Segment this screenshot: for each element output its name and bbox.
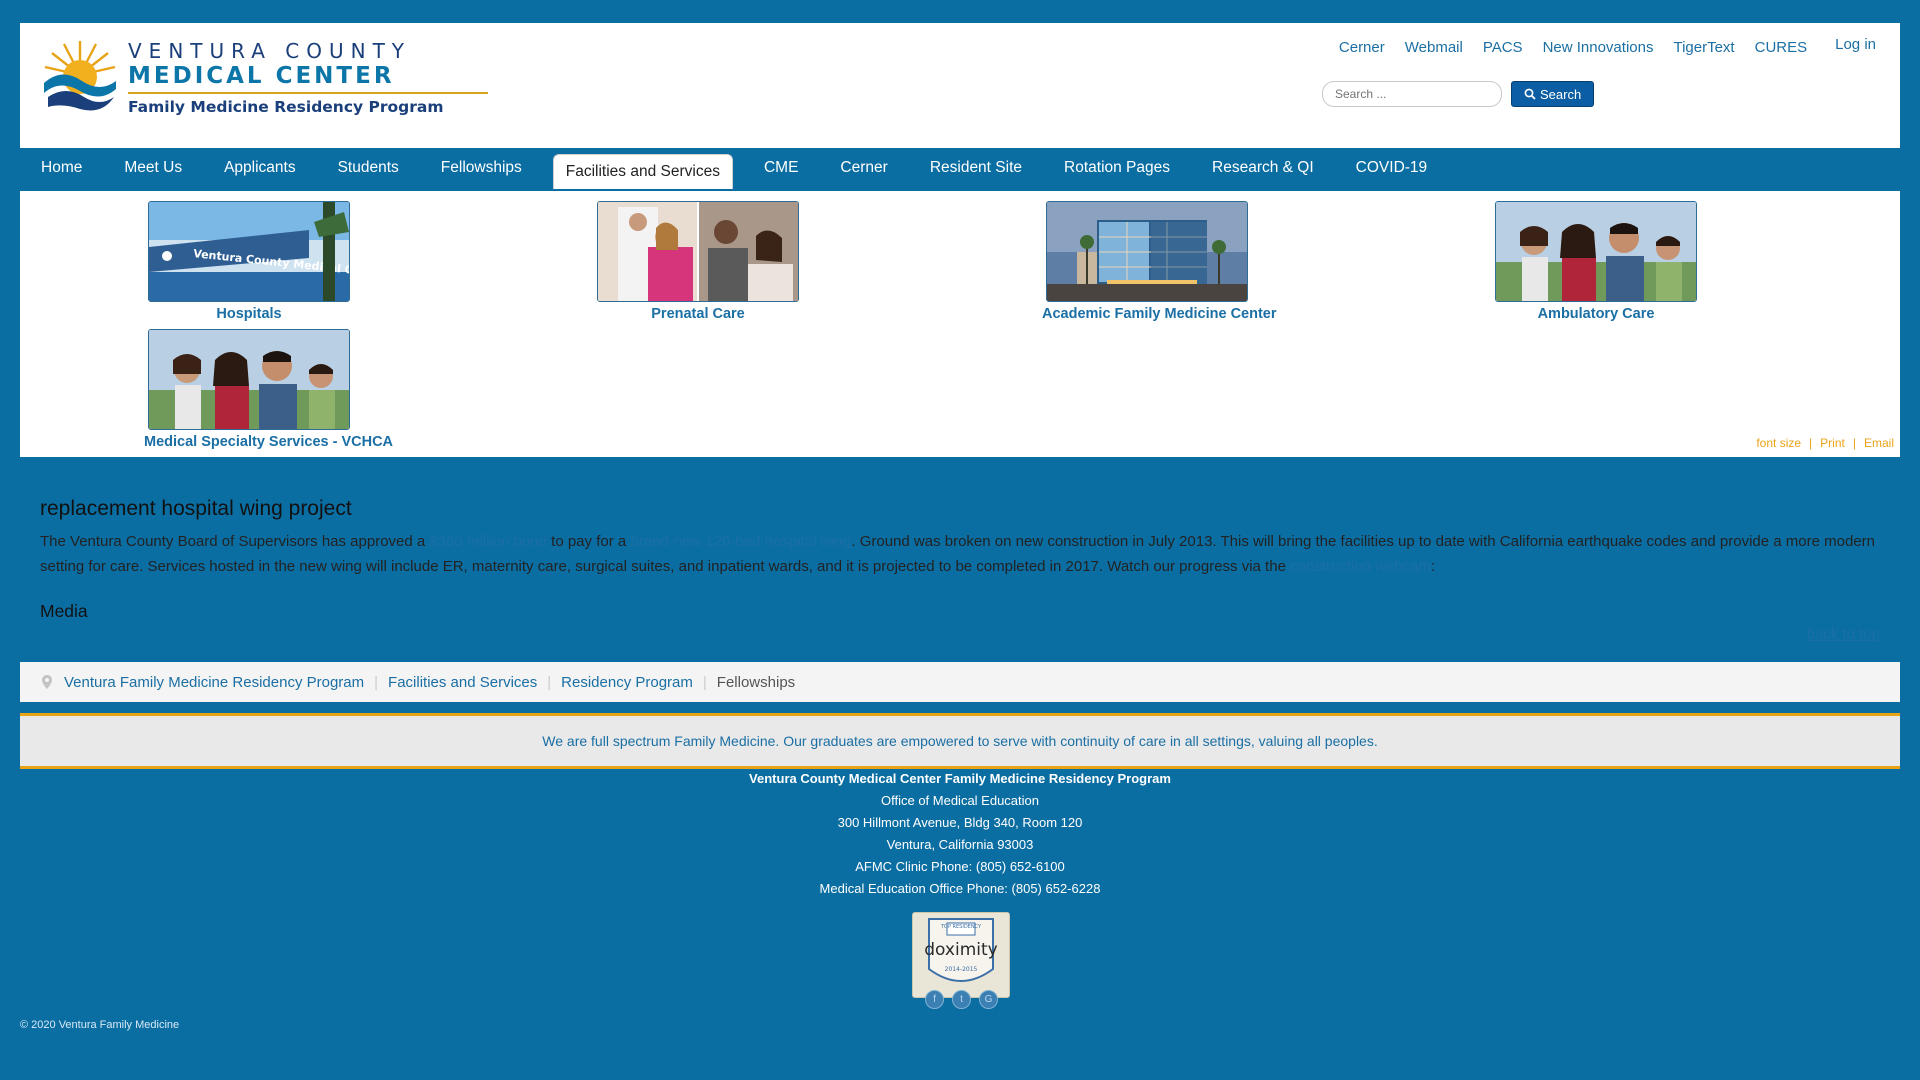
logo-divider	[128, 91, 488, 94]
badge-top-text: TOP RESIDENCY	[940, 924, 982, 930]
print-link[interactable]: Print	[1820, 436, 1845, 450]
search-icon	[1524, 88, 1536, 100]
site-footer: Ventura County Medical Center Family Med…	[0, 768, 1920, 900]
tile-hospitals[interactable]: Ventura County Medical Center Hospitals	[144, 201, 354, 322]
breadcrumb-separator: |	[547, 673, 552, 691]
back-to-top-link[interactable]: back to top	[1807, 626, 1880, 643]
search-button-label: Search	[1540, 86, 1582, 102]
tile-prenatal-care[interactable]: Prenatal Care	[593, 201, 803, 322]
social-links: f t G	[925, 990, 998, 1009]
search-input[interactable]	[1322, 81, 1502, 107]
tile-label-medical-specialty-services: Medical Specialty Services - VCHCA	[144, 434, 394, 450]
tools-separator: |	[1852, 436, 1856, 450]
breadcrumb-current: Fellowships	[716, 673, 796, 691]
tile-label-hospitals: Hospitals	[216, 306, 282, 322]
google-icon[interactable]: G	[979, 990, 998, 1009]
toplink-tigertext[interactable]: TigerText	[1673, 39, 1734, 56]
construction-webcam-link[interactable]: construction webcam	[1290, 558, 1431, 575]
nav-meet-us[interactable]: Meet Us	[103, 154, 203, 189]
nav-students[interactable]: Students	[317, 154, 420, 189]
location-pin-icon	[42, 675, 52, 689]
footer-org-name: Ventura County Medical Center Family Med…	[749, 771, 1171, 786]
nav-applicants[interactable]: Applicants	[203, 154, 317, 189]
article-tools: font size | Print | Email	[1756, 436, 1894, 450]
badge-brand-text: doximity	[924, 940, 997, 960]
article-paragraph: The Ventura County Board of Supervisors …	[40, 529, 1880, 579]
breadcrumb-residency-program[interactable]: Residency Program	[561, 674, 693, 691]
logo-text: VENTURA COUNTY MEDICAL CENTER Family Med…	[128, 39, 488, 116]
breadcrumb-facilities-and-services[interactable]: Facilities and Services	[388, 674, 537, 691]
copyright-text: © 2020 Ventura Family Medicine	[20, 1019, 180, 1031]
nav-fellowships[interactable]: Fellowships	[420, 154, 543, 189]
tile-label-academic-family-medicine-center: Academic Family Medicine Center	[1042, 306, 1277, 322]
tile-medical-specialty-services[interactable]: Medical Specialty Services - VCHCA	[144, 329, 394, 450]
toplink-webmail[interactable]: Webmail	[1405, 39, 1463, 56]
nav-cme[interactable]: CME	[743, 154, 819, 189]
logo-line-program: Family Medicine Residency Program	[128, 97, 444, 116]
nav-research-qi[interactable]: Research & QI	[1191, 154, 1335, 189]
page-frame: VENTURA COUNTY MEDICAL CENTER Family Med…	[20, 23, 1900, 457]
nav-cerner[interactable]: Cerner	[819, 154, 908, 189]
tile-academic-family-medicine-center[interactable]: Academic Family Medicine Center	[1042, 201, 1277, 322]
facility-tiles: Ventura County Medical Center Hospitals	[20, 191, 1900, 457]
search-button[interactable]: Search	[1511, 81, 1595, 107]
nav-home[interactable]: Home	[20, 154, 103, 189]
nav-rotation-pages[interactable]: Rotation Pages	[1043, 154, 1191, 189]
hospital-wing-link[interactable]: brand-new 120-bed hospital wing	[630, 533, 851, 550]
twitter-icon[interactable]: t	[952, 990, 971, 1009]
footer-clinic-phone: AFMC Clinic Phone: (805) 652-6100	[855, 859, 1065, 874]
footer-office-phone: Medical Education Office Phone: (805) 65…	[819, 881, 1101, 896]
mission-tagline: We are full spectrum Family Medicine. Ou…	[20, 713, 1900, 769]
nav-facilities-and-services[interactable]: Facilities and Services	[552, 154, 733, 189]
article-text: :	[1430, 558, 1436, 575]
breadcrumb: Ventura Family Medicine Residency Progra…	[20, 662, 1900, 702]
nav-resident-site[interactable]: Resident Site	[909, 154, 1043, 189]
font-size-link[interactable]: font size	[1756, 436, 1801, 450]
tools-separator: |	[1809, 436, 1813, 450]
breadcrumb-residency-program-home[interactable]: Ventura Family Medicine Residency Progra…	[64, 674, 364, 691]
logo-line-county: VENTURA COUNTY	[128, 38, 411, 63]
academic-center-image	[1046, 201, 1248, 302]
hospitals-image: Ventura County Medical Center	[148, 201, 350, 302]
footer-city: Ventura, California 93003	[886, 837, 1034, 852]
footer-address: 300 Hillmont Avenue, Bldg 340, Room 120	[837, 815, 1083, 830]
prenatal-care-image	[597, 201, 799, 302]
login-link[interactable]: Log in	[1835, 36, 1876, 53]
sun-wave-logo-icon	[44, 41, 116, 111]
toplink-pacs[interactable]: PACS	[1483, 39, 1523, 56]
toplink-cures[interactable]: CURES	[1755, 39, 1808, 56]
logo-line-center: MEDICAL CENTER	[128, 62, 395, 89]
tile-label-ambulatory-care: Ambulatory Care	[1537, 306, 1655, 322]
article-text: The Ventura County Board of Supervisors …	[40, 533, 430, 550]
breadcrumb-separator: |	[374, 673, 379, 691]
tile-label-prenatal-care: Prenatal Care	[651, 306, 745, 322]
badge-years-text: 2014-2015	[945, 966, 978, 973]
ambulatory-care-image	[1495, 201, 1697, 302]
utility-links: Cerner Webmail PACS New Innovations Tige…	[1339, 36, 1876, 56]
toplink-new-innovations[interactable]: New Innovations	[1543, 39, 1654, 56]
site-header: VENTURA COUNTY MEDICAL CENTER Family Med…	[20, 23, 1900, 148]
medical-specialty-image	[148, 329, 350, 430]
article-text: to pay for a	[547, 533, 631, 550]
bond-link[interactable]: $360 million bond	[429, 533, 547, 550]
footer-office: Office of Medical Education	[880, 793, 1039, 808]
main-nav: Home Meet Us Applicants Students Fellows…	[20, 148, 1900, 191]
doximity-badge[interactable]: TOP RESIDENCY doximity 2014-2015	[912, 912, 1010, 998]
toplink-cerner[interactable]: Cerner	[1339, 39, 1385, 56]
article-body: replacement hospital wing project The Ve…	[40, 497, 1880, 622]
search-form: Search	[1322, 81, 1595, 107]
nav-covid-19[interactable]: COVID-19	[1335, 154, 1449, 189]
article-title: replacement hospital wing project	[40, 497, 352, 520]
email-link[interactable]: Email	[1864, 436, 1894, 450]
breadcrumb-separator: |	[702, 673, 707, 691]
facebook-icon[interactable]: f	[925, 990, 944, 1009]
site-logo[interactable]: VENTURA COUNTY MEDICAL CENTER Family Med…	[42, 37, 488, 117]
media-heading: Media	[40, 601, 88, 621]
tile-ambulatory-care[interactable]: Ambulatory Care	[1491, 201, 1701, 322]
